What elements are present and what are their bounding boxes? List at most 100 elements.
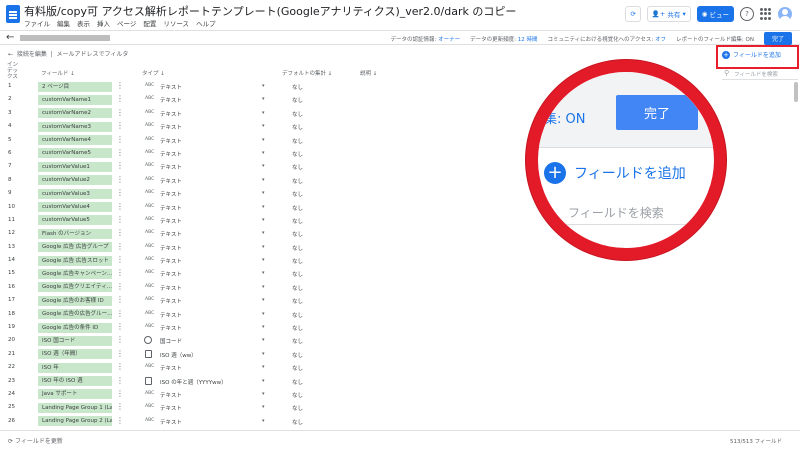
field-name-chip[interactable]: customVarValue1	[38, 161, 112, 172]
field-name-chip[interactable]: Google 広告の条件 ID	[38, 322, 112, 333]
chevron-down-icon[interactable]: ▾	[262, 257, 265, 263]
field-type-select[interactable]: テキスト	[160, 257, 182, 265]
aggregation-value[interactable]: なし	[292, 123, 303, 131]
more-options-icon[interactable]: ⋮	[116, 121, 124, 131]
share-button[interactable]: 👤+ 共有 ▾	[646, 6, 691, 22]
field-name-chip[interactable]: customVarValue3	[38, 188, 112, 199]
chevron-down-icon[interactable]: ▾	[262, 190, 265, 196]
view-button[interactable]: ◉ ビュー	[696, 6, 734, 22]
field-type-select[interactable]: テキスト	[160, 284, 182, 292]
chevron-down-icon[interactable]: ▾	[262, 230, 265, 236]
field-type-select[interactable]: テキスト	[160, 177, 182, 185]
field-name-chip[interactable]: Landing Page Group 2 (La...	[38, 416, 112, 427]
field-name-chip[interactable]: ISO 国コード	[38, 335, 112, 346]
field-name-chip[interactable]: customVarValue5	[38, 215, 112, 226]
aggregation-value[interactable]: なし	[292, 391, 303, 399]
more-options-icon[interactable]: ⋮	[116, 402, 124, 412]
aggregation-value[interactable]: なし	[292, 284, 303, 292]
field-name-chip[interactable]: ISO 年	[38, 362, 112, 373]
more-options-icon[interactable]: ⋮	[116, 81, 124, 91]
aggregation-value[interactable]: なし	[292, 150, 303, 158]
aggregation-value[interactable]: なし	[292, 83, 303, 91]
field-type-select[interactable]: テキスト	[160, 123, 182, 131]
refresh-button[interactable]: ⟳	[625, 6, 641, 22]
chevron-down-icon[interactable]: ▾	[262, 204, 265, 210]
chevron-down-icon[interactable]: ▾	[262, 311, 265, 317]
freshness-setting[interactable]: データの更新頻度: 12 時間	[470, 35, 537, 43]
field-name-chip[interactable]: customVarName3	[38, 121, 112, 132]
chevron-down-icon[interactable]: ▾	[262, 123, 265, 129]
field-type-select[interactable]: ISO 週（ww）	[160, 351, 197, 359]
more-options-icon[interactable]: ⋮	[116, 268, 124, 278]
more-options-icon[interactable]: ⋮	[116, 335, 124, 345]
field-name-chip[interactable]: Google 広告クリエイティ...	[38, 282, 112, 293]
header-default-aggregation[interactable]: デフォルトの集計 ↓	[282, 69, 332, 77]
field-type-select[interactable]: テキスト	[160, 230, 182, 238]
field-name-chip[interactable]: Google 広告 広告グループ	[38, 242, 112, 253]
chevron-down-icon[interactable]: ▾	[262, 284, 265, 290]
field-type-select[interactable]: テキスト	[160, 110, 182, 118]
field-name-chip[interactable]: customVarName1	[38, 94, 112, 105]
done-button[interactable]: 完了	[763, 32, 792, 45]
chevron-down-icon[interactable]: ▾	[262, 137, 265, 143]
field-type-select[interactable]: テキスト	[160, 391, 182, 399]
aggregation-value[interactable]: なし	[292, 364, 303, 372]
refresh-fields-button[interactable]: ⟳ フィールドを更新	[8, 436, 63, 445]
more-options-icon[interactable]: ⋮	[116, 389, 124, 399]
field-name-chip[interactable]: Google 広告の広告グルー...	[38, 309, 112, 320]
field-type-select[interactable]: テキスト	[160, 324, 182, 332]
chevron-down-icon[interactable]: ▾	[262, 163, 265, 169]
chevron-down-icon[interactable]: ▾	[262, 150, 265, 156]
more-options-icon[interactable]: ⋮	[116, 161, 124, 171]
aggregation-value[interactable]: なし	[292, 217, 303, 225]
edit-connection-link[interactable]: ← 接続を編集 | メールアドレスでフィルタ	[8, 49, 128, 58]
more-options-icon[interactable]: ⋮	[116, 228, 124, 238]
more-options-icon[interactable]: ⋮	[116, 202, 124, 212]
field-name-chip[interactable]: Java サポート	[38, 389, 112, 400]
aggregation-value[interactable]: なし	[292, 270, 303, 278]
menu-resource[interactable]: リソース	[163, 18, 189, 28]
aggregation-value[interactable]: なし	[292, 204, 303, 212]
field-type-select[interactable]: テキスト	[160, 270, 182, 278]
more-options-icon[interactable]: ⋮	[116, 295, 124, 305]
field-type-select[interactable]: 国コード	[160, 337, 182, 345]
field-name-chip[interactable]: Google 広告のお客様 ID	[38, 295, 112, 306]
report-field-edit-setting[interactable]: レポートのフィールド編集: ON	[676, 35, 754, 43]
menu-help[interactable]: ヘルプ	[196, 18, 216, 28]
field-name-chip[interactable]: Landing Page Group 1 (La...	[38, 402, 112, 413]
aggregation-value[interactable]: なし	[292, 311, 303, 319]
field-type-select[interactable]: テキスト	[160, 297, 182, 305]
field-type-select[interactable]: テキスト	[160, 163, 182, 171]
back-arrow-icon[interactable]: ←	[6, 32, 14, 43]
more-options-icon[interactable]: ⋮	[116, 215, 124, 225]
more-options-icon[interactable]: ⋮	[116, 362, 124, 372]
field-name-chip[interactable]: customVarName4	[38, 135, 112, 146]
aggregation-value[interactable]: なし	[292, 230, 303, 238]
more-options-icon[interactable]: ⋮	[116, 188, 124, 198]
chevron-down-icon[interactable]: ▾	[262, 364, 265, 370]
field-type-select[interactable]: ISO の年と週（YYYYww）	[160, 378, 227, 386]
chevron-down-icon[interactable]: ▾	[262, 83, 265, 89]
more-options-icon[interactable]: ⋮	[116, 309, 124, 319]
field-type-select[interactable]: テキスト	[160, 244, 182, 252]
aggregation-value[interactable]: なし	[292, 163, 303, 171]
filter-by-email[interactable]: メールアドレスでフィルタ	[57, 51, 129, 58]
field-type-select[interactable]: テキスト	[160, 364, 182, 372]
more-options-icon[interactable]: ⋮	[116, 349, 124, 359]
aggregation-value[interactable]: なし	[292, 137, 303, 145]
chevron-down-icon[interactable]: ▾	[262, 378, 265, 384]
chevron-down-icon[interactable]: ▾	[262, 391, 265, 397]
chevron-down-icon[interactable]: ▾	[262, 110, 265, 116]
more-options-icon[interactable]: ⋮	[116, 376, 124, 386]
chevron-down-icon[interactable]: ▾	[262, 404, 265, 410]
field-name-chip[interactable]: Flash のバージョン	[38, 228, 112, 239]
aggregation-value[interactable]: なし	[292, 404, 303, 412]
chevron-down-icon[interactable]: ▾	[262, 418, 265, 424]
field-type-select[interactable]: テキスト	[160, 83, 182, 91]
more-options-icon[interactable]: ⋮	[116, 416, 124, 426]
field-name-chip[interactable]: customVarValue2	[38, 175, 112, 186]
field-name-chip[interactable]: ISO 週（年間）	[38, 349, 112, 360]
more-options-icon[interactable]: ⋮	[116, 282, 124, 292]
aggregation-value[interactable]: なし	[292, 351, 303, 359]
field-type-select[interactable]: テキスト	[160, 150, 182, 158]
